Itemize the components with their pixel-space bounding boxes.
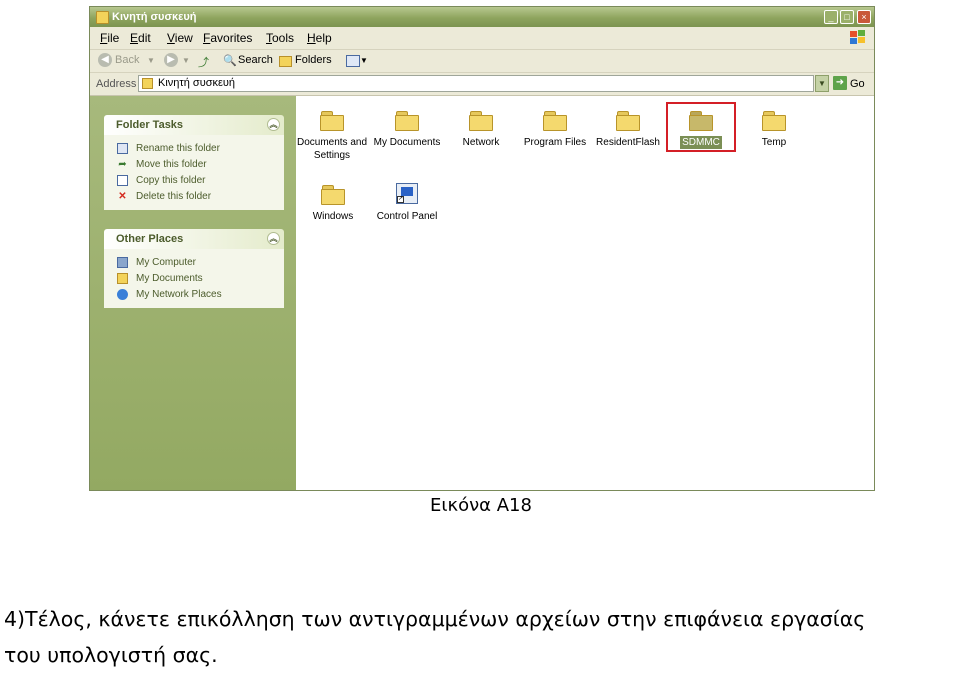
task-move[interactable]: ➦ Move this folder bbox=[104, 157, 284, 173]
menu-tools[interactable]: Tools bbox=[266, 31, 294, 45]
address-bar: Address Κινητή συσκευή ▼ ➜ Go bbox=[90, 73, 874, 96]
folder-icon bbox=[543, 110, 567, 131]
menu-favorites[interactable]: Favorites bbox=[203, 31, 252, 45]
menu-file[interactable]: File bbox=[100, 31, 119, 45]
file-list: Documents and Settings My Documents Netwo… bbox=[296, 96, 874, 490]
address-label: Address bbox=[96, 78, 137, 90]
address-dropdown-icon[interactable]: ▼ bbox=[815, 75, 829, 92]
folder-tasks-panel: Folder Tasks ︽ Rename this folder ➦ Move… bbox=[104, 115, 284, 210]
folder-residentflash[interactable]: ResidentFlash bbox=[589, 110, 667, 149]
device-icon bbox=[142, 78, 153, 89]
task-delete[interactable]: ✕ Delete this folder bbox=[104, 189, 284, 205]
place-my-computer[interactable]: My Computer bbox=[104, 255, 284, 271]
menu-edit[interactable]: Edit bbox=[130, 31, 151, 45]
address-input[interactable]: Κινητή συσκευή bbox=[138, 75, 814, 92]
folder-windows[interactable]: Windows bbox=[294, 184, 372, 223]
views-icon[interactable] bbox=[346, 55, 360, 67]
red-highlight-box bbox=[666, 102, 736, 152]
instruction-line-2: του υπολογιστή σας. bbox=[4, 643, 218, 667]
go-arrow-icon[interactable]: ➜ bbox=[833, 76, 847, 90]
menu-view[interactable]: View bbox=[167, 31, 193, 45]
other-places-title: Other Places bbox=[116, 233, 184, 245]
window-title: Κινητή συσκευή bbox=[112, 11, 197, 23]
delete-icon: ✕ bbox=[118, 191, 127, 202]
go-button[interactable]: Go bbox=[850, 78, 865, 90]
collapse-icon[interactable]: ︽ bbox=[267, 118, 280, 131]
menu-bar: File Edit View Favorites Tools Help bbox=[90, 27, 874, 50]
back-icon[interactable]: ◀ bbox=[98, 53, 112, 67]
instruction-line-1: 4)Τέλος, κάνετε επικόλληση των αντιγραμμ… bbox=[4, 607, 866, 631]
search-icon: 🔍 bbox=[223, 55, 237, 67]
place-my-documents[interactable]: My Documents bbox=[104, 271, 284, 287]
search-button[interactable]: Search bbox=[238, 54, 273, 66]
task-copy[interactable]: Copy this folder bbox=[104, 173, 284, 189]
views-dropdown-icon[interactable]: ▼ bbox=[360, 56, 368, 65]
toolbar: ◀ Back ▼ ▶ ▼ ⤴ 🔍 Search Folders ▼ bbox=[90, 50, 874, 73]
computer-icon bbox=[117, 257, 128, 268]
task-rename[interactable]: Rename this folder bbox=[104, 141, 284, 157]
windows-logo-icon bbox=[850, 30, 865, 44]
folder-icon bbox=[762, 110, 786, 131]
folders-button[interactable]: Folders bbox=[295, 54, 332, 66]
title-bar[interactable]: Κινητή συσκευή _ □ × bbox=[90, 7, 874, 27]
forward-icon[interactable]: ▶ bbox=[164, 53, 178, 67]
figure-caption: Εικόνα A18 bbox=[430, 495, 532, 516]
network-icon bbox=[117, 289, 128, 300]
copy-icon bbox=[117, 175, 128, 186]
folder-icon bbox=[616, 110, 640, 131]
folder-program-files[interactable]: Program Files bbox=[516, 110, 594, 149]
minimize-button[interactable]: _ bbox=[824, 10, 838, 24]
folder-icon bbox=[469, 110, 493, 131]
folder-tasks-header[interactable]: Folder Tasks ︽ bbox=[104, 115, 284, 135]
close-button[interactable]: × bbox=[857, 10, 871, 24]
shortcut-control-panel[interactable]: ↗ Control Panel bbox=[368, 183, 446, 223]
move-icon: ➦ bbox=[118, 159, 127, 170]
collapse-icon[interactable]: ︽ bbox=[267, 232, 280, 245]
up-folder-icon[interactable]: ⤴ bbox=[198, 54, 209, 70]
menu-help[interactable]: Help bbox=[307, 31, 332, 45]
folder-icon bbox=[320, 110, 344, 131]
documents-icon bbox=[117, 273, 128, 284]
folder-network[interactable]: Network bbox=[442, 110, 520, 149]
back-dropdown-icon[interactable]: ▼ bbox=[147, 56, 155, 65]
other-places-panel: Other Places ︽ My Computer My Documents … bbox=[104, 229, 284, 308]
folder-tasks-title: Folder Tasks bbox=[116, 119, 184, 131]
explorer-window: Κινητή συσκευή _ □ × File Edit View Favo… bbox=[89, 6, 875, 491]
folders-icon bbox=[279, 56, 292, 67]
folder-icon bbox=[321, 184, 345, 205]
folder-documents-and-settings[interactable]: Documents and Settings bbox=[293, 110, 371, 162]
control-panel-icon: ↗ bbox=[396, 183, 418, 204]
maximize-button[interactable]: □ bbox=[840, 10, 854, 24]
folder-my-documents[interactable]: My Documents bbox=[368, 110, 446, 149]
folder-icon bbox=[395, 110, 419, 131]
address-value: Κινητή συσκευή bbox=[158, 77, 236, 89]
folder-temp[interactable]: Temp bbox=[735, 110, 813, 149]
back-button[interactable]: Back bbox=[115, 54, 139, 66]
task-pane: Folder Tasks ︽ Rename this folder ➦ Move… bbox=[90, 96, 296, 490]
place-my-network[interactable]: My Network Places bbox=[104, 287, 284, 303]
folder-icon bbox=[96, 11, 109, 24]
other-places-header[interactable]: Other Places ︽ bbox=[104, 229, 284, 249]
forward-dropdown-icon[interactable]: ▼ bbox=[182, 56, 190, 65]
rename-icon bbox=[117, 143, 128, 154]
